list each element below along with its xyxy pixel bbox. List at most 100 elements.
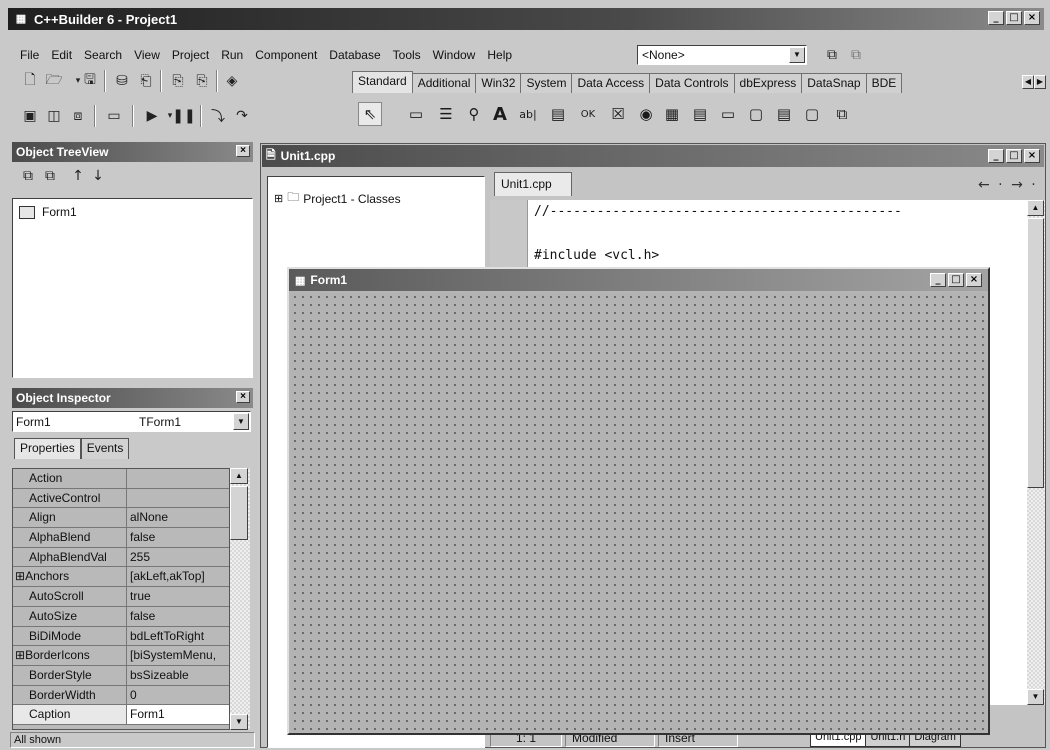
property-row[interactable]: BorderStyle bsSizeable: [13, 665, 229, 686]
tab-system[interactable]: System: [520, 73, 573, 93]
property-row[interactable]: AutoScroll true: [13, 587, 229, 607]
radiobutton-component-icon[interactable]: ◉: [634, 102, 658, 126]
menu-window[interactable]: Window: [427, 48, 482, 62]
tab-datasnap[interactable]: DataSnap: [801, 73, 867, 93]
property-row[interactable]: Align alNone: [13, 508, 229, 529]
frame-component-icon[interactable]: ▭: [404, 102, 428, 126]
trace-into-icon[interactable]: ⤵: [208, 106, 228, 126]
save-icon[interactable]: 🖫: [80, 71, 100, 91]
menu-file[interactable]: File: [14, 48, 45, 62]
listbox-component-icon[interactable]: ▦: [660, 102, 684, 126]
treeview-add-icon[interactable]: ⧉: [18, 166, 38, 186]
maximize-icon[interactable]: □: [1006, 149, 1022, 163]
menu-tools[interactable]: Tools: [387, 48, 427, 62]
form-design-grid[interactable]: [291, 293, 986, 731]
save-desktop-icon[interactable]: ⧉: [822, 45, 842, 65]
property-row-selected[interactable]: Caption Form1: [13, 705, 229, 725]
form-title-bar[interactable]: ▦ Form1 _ □ ×: [289, 269, 988, 291]
scroll-thumb[interactable]: [230, 486, 248, 540]
chevron-down-icon[interactable]: ▼: [789, 47, 805, 63]
close-icon[interactable]: ×: [236, 391, 250, 403]
view-unit-icon[interactable]: ▣: [20, 106, 40, 126]
menu-search[interactable]: Search: [78, 48, 128, 62]
scroll-left-icon[interactable]: ◀: [1022, 75, 1034, 89]
menu-run[interactable]: Run: [215, 48, 249, 62]
minimize-icon[interactable]: _: [988, 11, 1004, 25]
step-over-icon[interactable]: ↷: [232, 106, 252, 126]
property-row[interactable]: AlphaBlendVal 255: [13, 547, 229, 568]
arrow-up-icon[interactable]: ↑: [68, 166, 88, 186]
property-row[interactable]: ActiveControl: [13, 488, 229, 509]
tab-additional[interactable]: Additional: [411, 73, 477, 93]
menu-database[interactable]: Database: [323, 48, 386, 62]
property-row[interactable]: ⊞BorderIcons [biSystemMenu,: [13, 646, 229, 666]
tab-events[interactable]: Events: [80, 438, 130, 459]
open-icon[interactable]: 🗁: [44, 71, 64, 91]
chevron-down-icon[interactable]: ▼: [233, 413, 249, 430]
property-row[interactable]: AutoSize false: [13, 606, 229, 627]
maximize-icon[interactable]: □: [1006, 11, 1022, 25]
pointer-icon[interactable]: ⇖: [358, 102, 382, 126]
maximize-icon[interactable]: □: [948, 273, 964, 287]
tree-node-form1[interactable]: Form1: [19, 205, 79, 219]
property-row[interactable]: BorderWidth 0: [13, 685, 229, 706]
popupmenu-component-icon[interactable]: ⚲: [462, 102, 486, 126]
expand-icon[interactable]: ⊞: [15, 648, 25, 662]
expand-icon[interactable]: ⊞: [15, 569, 25, 583]
view-form-icon[interactable]: ◫: [44, 106, 64, 126]
main-title-bar[interactable]: ▦ C++Builder 6 - Project1 _ □ ×: [8, 8, 1044, 30]
scroll-up-icon[interactable]: ▲: [230, 468, 248, 484]
scrollbar-component-icon[interactable]: ▭: [716, 102, 740, 126]
mainmenu-component-icon[interactable]: ☰: [434, 102, 458, 126]
label-component-icon[interactable]: A: [488, 102, 512, 126]
run-icon[interactable]: ▶: [142, 106, 162, 126]
radiogroup-component-icon[interactable]: ▤: [772, 102, 796, 126]
checkbox-component-icon[interactable]: ☒: [606, 102, 630, 126]
object-treeview-title[interactable]: Object TreeView ×: [12, 142, 253, 162]
property-row[interactable]: Action: [13, 469, 229, 489]
treeview-delete-icon[interactable]: ⧉: [40, 166, 60, 186]
close-icon[interactable]: ×: [236, 145, 250, 157]
tab-standard[interactable]: Standard: [352, 71, 413, 93]
minimize-icon[interactable]: _: [988, 149, 1004, 163]
property-row[interactable]: AlphaBlend false: [13, 528, 229, 548]
desktop-layout-combo[interactable]: <None> ▼: [637, 45, 807, 65]
remove-file-icon[interactable]: ⎘: [192, 71, 212, 91]
set-debug-desktop-icon[interactable]: ⧉: [846, 45, 866, 65]
editor-scrollbar[interactable]: ▲ ▼: [1027, 200, 1045, 705]
menu-edit[interactable]: Edit: [45, 48, 78, 62]
groupbox-component-icon[interactable]: ▢: [744, 102, 768, 126]
close-icon[interactable]: ×: [1024, 149, 1040, 163]
scroll-up-icon[interactable]: ▲: [1027, 200, 1044, 216]
menu-view[interactable]: View: [128, 48, 166, 62]
pause-icon[interactable]: ❚❚: [172, 106, 195, 126]
inspector-scrollbar[interactable]: ▲ ▼: [230, 468, 250, 730]
button-component-icon[interactable]: OK: [576, 102, 600, 126]
toggle-form-unit-icon[interactable]: ⧈: [68, 106, 88, 126]
editor-title-bar[interactable]: 🗎 Unit1.cpp _ □ ×: [262, 145, 1044, 167]
arrow-down-icon[interactable]: ↓: [88, 166, 108, 186]
expand-icon[interactable]: ⊞: [274, 192, 283, 205]
property-row[interactable]: ⊞Anchors [akLeft,akTop]: [13, 567, 229, 588]
close-icon[interactable]: ×: [966, 273, 982, 287]
tab-data-access[interactable]: Data Access: [571, 73, 651, 93]
actionlist-component-icon[interactable]: ⧉: [830, 102, 854, 126]
save-all-icon[interactable]: ⛁: [112, 71, 132, 91]
scroll-right-icon[interactable]: ▶: [1034, 75, 1046, 89]
menu-component[interactable]: Component: [249, 48, 323, 62]
tab-dbexpress[interactable]: dbExpress: [733, 73, 803, 93]
tab-bde[interactable]: BDE: [865, 73, 903, 93]
edit-component-icon[interactable]: ab|: [516, 102, 540, 126]
tab-unit1-cpp[interactable]: Unit1.cpp: [494, 172, 572, 196]
menu-project[interactable]: Project: [166, 48, 215, 62]
add-file-icon[interactable]: ⎘: [168, 71, 188, 91]
new-form-icon[interactable]: ▭: [104, 106, 124, 126]
form-designer-window[interactable]: ▦ Form1 _ □ ×: [287, 267, 990, 735]
scroll-down-icon[interactable]: ▼: [230, 714, 248, 730]
scroll-thumb[interactable]: [1027, 218, 1044, 488]
new-icon[interactable]: 🗋: [20, 71, 40, 91]
property-row[interactable]: BiDiMode bdLeftToRight: [13, 626, 229, 647]
class-tree-node[interactable]: ⊞ 🗀 Project1 - Classes: [274, 188, 401, 209]
minimize-icon[interactable]: _: [930, 273, 946, 287]
tab-data-controls[interactable]: Data Controls: [649, 73, 735, 93]
